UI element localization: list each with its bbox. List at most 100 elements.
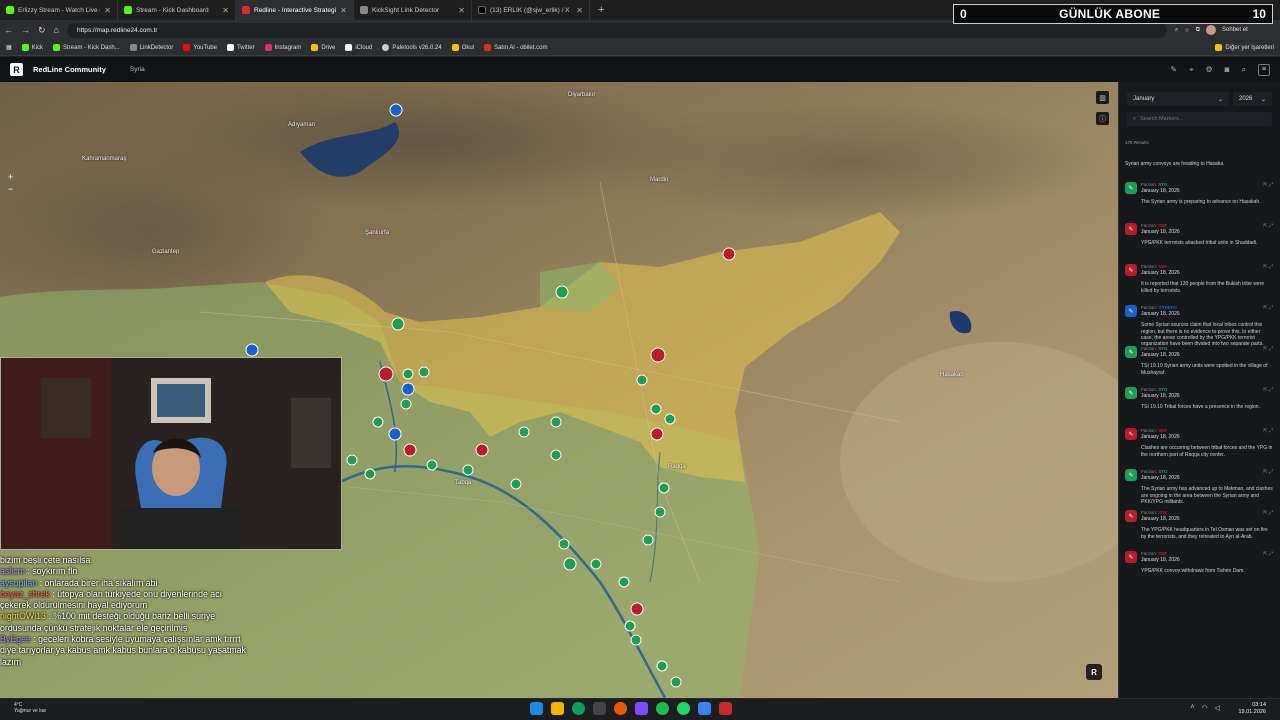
volume-icon[interactable]: ◁ [1215,704,1220,712]
close-icon[interactable]: ✕ [340,6,347,15]
stg-marker[interactable] [510,478,522,490]
sdf-marker[interactable] [403,443,417,457]
share-icon[interactable]: ⇱ [1263,551,1267,557]
redline-logo[interactable]: R [10,63,23,76]
sdf-marker[interactable] [722,247,736,261]
info-button[interactable]: ⓘ [1096,112,1109,125]
share-icon[interactable]: ⇱ [1263,510,1267,516]
browser-tab[interactable]: Stream - Kick Dashboard ✕ [118,0,236,20]
sdf-marker[interactable] [475,443,489,457]
reload-icon[interactable]: ↻ [38,25,46,36]
year-select[interactable]: 2026 ⌄ [1233,92,1272,106]
stg-marker[interactable] [636,374,648,386]
stg-marker[interactable] [402,368,414,380]
stg-marker[interactable] [658,482,670,494]
stg-marker[interactable] [630,634,642,646]
sdf-marker[interactable] [630,602,644,616]
file-explorer-icon[interactable] [551,702,564,715]
share-icon[interactable]: ⇱ [1263,223,1267,229]
open-icon[interactable]: ⤢ [1269,469,1273,475]
browser-tab-active[interactable]: Redline - Interactive Strategic Map ✕ [236,0,354,20]
stg-marker[interactable] [372,416,384,428]
others-marker[interactable] [245,343,259,357]
event-item[interactable]: ✎ Faction: STG January 18, 2026 ⇱ ⤢ The Syri… [1125,180,1273,221]
sdf-marker[interactable] [378,366,394,382]
others-marker[interactable] [401,382,415,396]
zoom-out-button[interactable]: − [8,184,18,194]
open-icon[interactable]: ⤢ [1269,223,1273,229]
chat-button[interactable]: Sohbet et [1222,27,1248,33]
open-icon[interactable]: ⤢ [1269,346,1273,352]
stg-marker[interactable] [656,660,668,672]
share-icon[interactable]: ⇱ [1263,387,1267,393]
clock[interactable]: 03:14 19.01.2026 [1238,702,1266,716]
close-icon[interactable]: ✕ [104,6,111,15]
chrome-icon[interactable] [572,702,585,715]
brave-icon[interactable] [614,702,627,715]
region-breadcrumb[interactable]: Syria [130,66,145,73]
apps-icon[interactable]: ▦ [6,44,12,51]
share-icon[interactable]: ⇱ [1263,428,1267,434]
share-icon[interactable]: ⇱ [1263,182,1267,188]
open-icon[interactable]: ⤢ [1269,264,1273,270]
stg-marker[interactable] [555,285,569,299]
stg-marker[interactable] [364,468,376,480]
other-bookmarks[interactable]: Diğer yer işaretleri [1215,44,1274,51]
stg-marker[interactable] [563,557,577,571]
event-item[interactable]: ✎ Faction: SDF January 18, 2026 ⇱ ⤢ Clashes … [1125,426,1273,467]
browser-tab[interactable]: Erlizzy Stream - Watch Live on Kick ✕ [0,0,118,20]
stg-marker[interactable] [346,454,358,466]
bookmark-kick[interactable]: Kick [21,44,43,51]
location-pin-icon[interactable]: ⌖ [1189,65,1194,75]
share-icon[interactable]: ⇱ [1263,469,1267,475]
search-icon[interactable]: ⌕ [1242,65,1246,75]
bookmark-twitter[interactable]: Twitter [226,44,255,51]
stg-marker[interactable] [590,558,602,570]
open-icon[interactable]: ⤢ [1269,510,1273,516]
sdf-marker[interactable] [650,427,664,441]
forward-icon[interactable]: → [21,25,30,35]
open-icon[interactable]: ⤢ [1269,182,1273,188]
stg-marker[interactable] [400,398,412,410]
close-icon[interactable]: ✕ [458,6,465,15]
stg-marker[interactable] [550,416,562,428]
event-item[interactable]: ✎ Faction: SDF January 18, 2026 ⇱ ⤢ YPG/PKK … [1125,549,1273,590]
stg-marker[interactable] [618,576,630,588]
month-select[interactable]: January ⌄ [1127,92,1229,106]
others-marker[interactable] [388,427,402,441]
event-item[interactable]: ✎ Faction: SDF January 18, 2026 ⇱ ⤢ The YPG/… [1125,508,1273,549]
chevron-up-icon[interactable]: ˄ [1190,704,1194,712]
bookmark-youtube[interactable]: YouTube [183,44,217,51]
back-icon[interactable]: ← [4,25,13,35]
others-marker[interactable] [389,103,403,117]
stg-marker[interactable] [650,403,662,415]
steam-icon[interactable] [593,702,606,715]
menu-icon[interactable]: ≡ [1258,63,1270,76]
stg-marker[interactable] [670,676,682,688]
close-icon[interactable]: ✕ [576,6,583,15]
stg-marker[interactable] [426,459,438,471]
stg-marker[interactable] [418,366,430,378]
settings-icon[interactable]: ⚙ [1206,65,1213,74]
bookmark-drive[interactable]: Drive [311,44,335,51]
redline-fab-button[interactable]: R [1086,664,1102,680]
share-icon[interactable]: ⇱ [1263,264,1267,270]
event-item[interactable]: ✎ Faction: STG January 18, 2026 ⇱ ⤢ TSI 19.1… [1125,385,1273,426]
stg-marker[interactable] [558,538,570,550]
stg-marker[interactable] [391,317,405,331]
whatsapp-icon[interactable] [677,702,690,715]
event-item[interactable]: ✎ Faction: SDF January 18, 2026 ⇱ ⤢ YPG/PKK … [1125,221,1273,262]
wifi-icon[interactable]: ◠ [1202,704,1208,712]
bookmark-okul[interactable]: Okul [451,44,474,51]
event-item[interactable]: ✎ Faction: SDF January 18, 2026 ⇱ ⤢ It is re… [1125,262,1273,303]
bookmark-obilet[interactable]: Satın Al - obilet.com [484,44,547,51]
star-icon[interactable]: ☆ [1184,27,1189,34]
spotify-icon[interactable] [656,702,669,715]
zoom-in-button[interactable]: + [8,172,18,182]
event-item[interactable]: ✎ Faction: STG January 18, 2026 ⇱ ⤢ TSI 19.1… [1125,344,1273,385]
discord-icon[interactable] [635,702,648,715]
stg-marker[interactable] [462,464,474,476]
windows-start-icon[interactable] [530,702,543,715]
camera-icon[interactable]: ◙ [1225,65,1230,74]
draw-icon[interactable]: ✎ [1170,65,1177,74]
